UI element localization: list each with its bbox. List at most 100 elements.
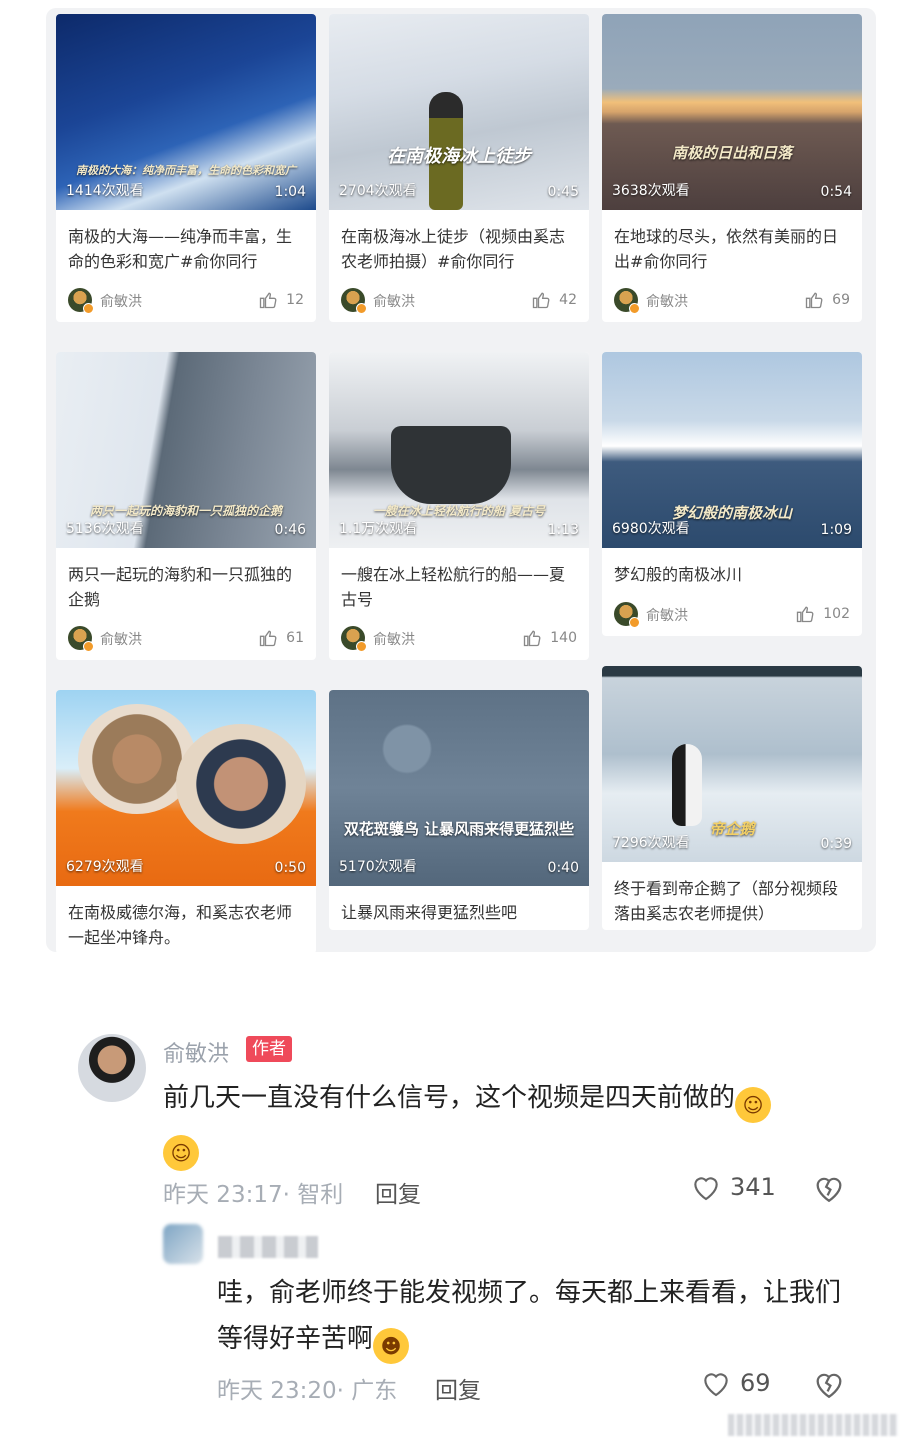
dislike-icon[interactable] bbox=[812, 1368, 846, 1400]
video-title[interactable]: 在南极威德尔海，和奚志农老师一起坐冲锋舟。 bbox=[56, 886, 316, 952]
view-count: 5170次观看 bbox=[339, 859, 417, 875]
video-thumbnail[interactable]: 南极的大海：纯净而丰富，生命的色彩和宽广 1414次观看 1:04 bbox=[56, 14, 316, 210]
dislike-icon[interactable] bbox=[812, 1172, 846, 1204]
reply-commenter-avatar[interactable] bbox=[163, 1224, 203, 1264]
like-button[interactable]: 42 bbox=[531, 290, 577, 310]
like-button[interactable]: 140 bbox=[522, 628, 577, 648]
reply-commenter-name[interactable] bbox=[218, 1236, 318, 1258]
view-count: 1.1万次观看 bbox=[339, 521, 418, 537]
like-button[interactable]: 61 bbox=[258, 628, 304, 648]
reply-reply-button[interactable]: 回复 bbox=[435, 1371, 481, 1405]
video-card[interactable]: 在南极海冰上徒步 2704次观看 0:45 在南极海冰上徒步（视频由奚志农老师拍… bbox=[329, 14, 589, 322]
video-thumbnail[interactable]: 在南极海冰上徒步 2704次观看 0:45 bbox=[329, 14, 589, 210]
duration: 1:09 bbox=[820, 522, 852, 538]
thumbnail-caption: 两只一起玩的海豹和一只孤独的企鹅 bbox=[89, 504, 282, 518]
author-name[interactable]: 俞敏洪 bbox=[373, 629, 415, 649]
author-name[interactable]: 俞敏洪 bbox=[646, 605, 688, 625]
thumbnail-caption: 南极的日出和日落 bbox=[671, 144, 792, 162]
author-avatar[interactable] bbox=[68, 626, 94, 652]
view-count: 6980次观看 bbox=[612, 521, 690, 537]
view-count: 5136次观看 bbox=[66, 521, 144, 537]
view-count: 2704次观看 bbox=[339, 183, 417, 199]
duration: 0:54 bbox=[820, 184, 852, 200]
video-card[interactable]: 梦幻般的南极冰山 6980次观看 1:09 梦幻般的南极冰川 俞敏洪 102 bbox=[602, 352, 862, 636]
duration: 0:39 bbox=[820, 836, 852, 852]
commenter-name[interactable]: 俞敏洪 bbox=[163, 1036, 229, 1068]
author-avatar[interactable] bbox=[68, 288, 94, 314]
reply-button[interactable]: 回复 bbox=[375, 1175, 421, 1209]
video-title[interactable]: 终于看到帝企鹅了（部分视频段落由奚志农老师提供） bbox=[602, 862, 862, 930]
video-card[interactable]: 6279次观看 0:50 在南极威德尔海，和奚志农老师一起坐冲锋舟。 bbox=[56, 690, 316, 952]
thumbs-up-icon bbox=[260, 292, 277, 309]
duration: 0:50 bbox=[274, 860, 306, 876]
reply-timestamp: 昨天 23:20· 广东 bbox=[217, 1378, 398, 1404]
thumbs-up-icon bbox=[524, 630, 541, 647]
video-card[interactable]: 双花斑鹱鸟 让暴风雨来得更猛烈些 5170次观看 0:40 让暴风雨来得更猛烈些… bbox=[329, 690, 589, 930]
like-button[interactable]: 12 bbox=[258, 290, 304, 310]
duration: 0:45 bbox=[547, 184, 579, 200]
comment-like-button[interactable]: 341 bbox=[690, 1172, 776, 1202]
view-count: 7296次观看 bbox=[612, 835, 690, 851]
duration: 1:13 bbox=[547, 522, 579, 538]
thumbs-up-icon bbox=[806, 292, 823, 309]
video-thumbnail[interactable]: 6279次观看 0:50 bbox=[56, 690, 316, 886]
comment-like-count: 341 bbox=[730, 1173, 776, 1201]
video-card[interactable]: 帝企鹅 7296次观看 0:39 终于看到帝企鹅了（部分视频段落由奚志农老师提供… bbox=[602, 666, 862, 930]
video-title[interactable]: 梦幻般的南极冰川 bbox=[602, 548, 862, 592]
thumbs-up-icon bbox=[533, 292, 550, 309]
laughing-crying-emoji-icon: ☺ bbox=[163, 1135, 199, 1171]
heart-icon bbox=[704, 1373, 728, 1397]
video-thumbnail[interactable]: 两只一起玩的海豹和一只孤独的企鹅 5136次观看 0:46 bbox=[56, 352, 316, 548]
author-avatar[interactable] bbox=[341, 626, 367, 652]
like-button[interactable]: 69 bbox=[804, 290, 850, 310]
like-count: 102 bbox=[823, 606, 850, 622]
video-thumbnail[interactable]: 双花斑鹱鸟 让暴风雨来得更猛烈些 5170次观看 0:40 bbox=[329, 690, 589, 886]
video-title[interactable]: 让暴风雨来得更猛烈些吧 bbox=[329, 886, 589, 930]
duration: 0:40 bbox=[547, 860, 579, 876]
thumbnail-caption: 南极的大海：纯净而丰富，生命的色彩和宽广 bbox=[76, 164, 296, 177]
video-thumbnail[interactable]: 帝企鹅 7296次观看 0:39 bbox=[602, 666, 862, 862]
video-thumbnail[interactable]: 一艘在冰上轻松航行的船 夏古号 1.1万次观看 1:13 bbox=[329, 352, 589, 548]
like-button[interactable]: 102 bbox=[795, 604, 850, 624]
video-title[interactable]: 在南极海冰上徒步（视频由奚志农老师拍摄）#俞你同行 bbox=[329, 210, 589, 278]
thumbnail-caption: 一艘在冰上轻松航行的船 夏古号 bbox=[372, 504, 546, 518]
reply-like-count: 69 bbox=[740, 1369, 771, 1397]
view-count: 6279次观看 bbox=[66, 859, 144, 875]
author-avatar[interactable] bbox=[614, 602, 640, 628]
like-count: 12 bbox=[286, 292, 304, 308]
like-count: 61 bbox=[286, 630, 304, 646]
commenter-avatar[interactable] bbox=[78, 1034, 146, 1102]
thumbs-up-icon bbox=[260, 630, 277, 647]
author-name[interactable]: 俞敏洪 bbox=[646, 291, 688, 311]
laughing-crying-emoji-icon: ☺ bbox=[735, 1087, 772, 1123]
duration: 1:04 bbox=[274, 184, 306, 200]
video-card[interactable]: 南极的日出和日落 3638次观看 0:54 在地球的尽头，依然有美丽的日出#俞你… bbox=[602, 14, 862, 322]
video-title[interactable]: 两只一起玩的海豹和一只孤独的企鹅 bbox=[56, 548, 316, 616]
video-title[interactable]: 南极的大海——纯净而丰富，生命的色彩和宽广#俞你同行 bbox=[56, 210, 316, 278]
view-count: 1414次观看 bbox=[66, 183, 144, 199]
comment-text: 前几天一直没有什么信号，这个视频是四天前做的 ☺ ☺ bbox=[163, 1075, 853, 1171]
video-card[interactable]: 一艘在冰上轻松航行的船 夏古号 1.1万次观看 1:13 一艘在冰上轻松航行的船… bbox=[329, 352, 589, 660]
author-name[interactable]: 俞敏洪 bbox=[100, 629, 142, 649]
video-thumbnail[interactable]: 梦幻般的南极冰山 6980次观看 1:09 bbox=[602, 352, 862, 548]
reply-like-button[interactable]: 69 bbox=[700, 1368, 771, 1398]
like-count: 69 bbox=[832, 292, 850, 308]
author-avatar[interactable] bbox=[614, 288, 640, 314]
thumbs-up-icon bbox=[797, 606, 814, 623]
video-card[interactable]: 两只一起玩的海豹和一只孤独的企鹅 5136次观看 0:46 两只一起玩的海豹和一… bbox=[56, 352, 316, 660]
video-title[interactable]: 一艘在冰上轻松航行的船——夏古号 bbox=[329, 548, 589, 616]
like-count: 140 bbox=[550, 630, 577, 646]
thumbnail-caption: 在南极海冰上徒步 bbox=[387, 146, 531, 167]
like-count: 42 bbox=[559, 292, 577, 308]
video-card[interactable]: 南极的大海：纯净而丰富，生命的色彩和宽广 1414次观看 1:04 南极的大海—… bbox=[56, 14, 316, 322]
video-thumbnail[interactable]: 南极的日出和日落 3638次观看 0:54 bbox=[602, 14, 862, 210]
comment-timestamp: 昨天 23:17· 智利 bbox=[163, 1182, 344, 1208]
view-count: 3638次观看 bbox=[612, 183, 690, 199]
author-name[interactable]: 俞敏洪 bbox=[373, 291, 415, 311]
video-title[interactable]: 在地球的尽头，依然有美丽的日出#俞你同行 bbox=[602, 210, 862, 278]
video-grid: 南极的大海：纯净而丰富，生命的色彩和宽广 1414次观看 1:04 南极的大海—… bbox=[46, 8, 876, 952]
author-badge: 作者 bbox=[246, 1036, 292, 1062]
blurred-watermark bbox=[728, 1414, 898, 1436]
author-avatar[interactable] bbox=[341, 288, 367, 314]
author-name[interactable]: 俞敏洪 bbox=[100, 291, 142, 311]
